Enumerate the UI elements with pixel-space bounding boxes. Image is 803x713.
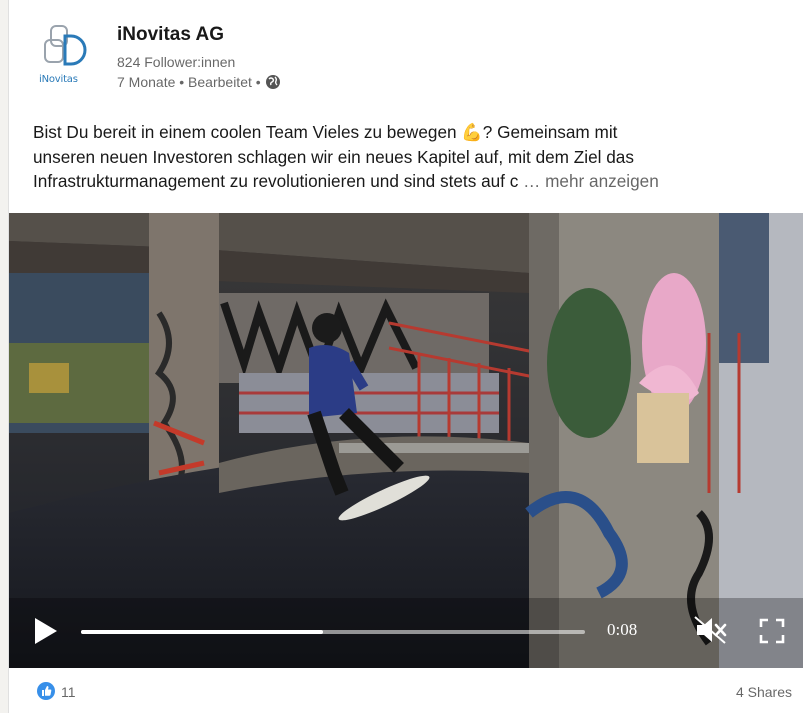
post-meta: 7 Monate • Bearbeitet • (117, 74, 281, 90)
logo-text: iNovitas (39, 74, 78, 85)
post-text-line: Infrastrukturmanagement zu revolutionier… (33, 169, 793, 194)
like-reaction-icon[interactable] (37, 682, 55, 700)
company-logo[interactable]: iNovitas (35, 22, 95, 90)
post-text: Bist Du bereit in einem coolen Team Viel… (33, 120, 793, 194)
fullscreen-icon[interactable] (759, 618, 785, 644)
post-text-line: unseren neuen Investoren schlagen wir ei… (33, 146, 634, 167)
post-age: 7 Monate • Bearbeitet • (117, 74, 261, 90)
post-text-line: Bist Du bereit in einem coolen Team Viel… (33, 122, 618, 142)
post-card: iNovitas iNovitas AG 824 Follower:innen … (8, 0, 803, 713)
logo-mark-icon (44, 25, 87, 66)
muted-speaker-icon[interactable] (693, 614, 729, 646)
follower-count: 824 Follower:innen (117, 54, 236, 70)
video-progress-fill (81, 630, 323, 634)
video-progress-bar[interactable] (81, 630, 585, 634)
video-controls: 0:08 (9, 598, 803, 668)
post-text-line-3: Infrastrukturmanagement zu revolutionier… (33, 171, 519, 191)
globe-icon (265, 75, 280, 89)
play-icon[interactable] (33, 616, 59, 646)
video-player[interactable]: 0:08 (9, 213, 803, 668)
video-time: 0:08 (607, 620, 638, 639)
shares-count[interactable]: 4 Shares (736, 684, 792, 700)
social-counts: 11 4 Shares (9, 668, 803, 713)
company-name[interactable]: iNovitas AG (117, 24, 224, 46)
see-more-link[interactable]: … mehr anzeigen (523, 171, 659, 191)
reaction-count[interactable]: 11 (61, 684, 76, 700)
